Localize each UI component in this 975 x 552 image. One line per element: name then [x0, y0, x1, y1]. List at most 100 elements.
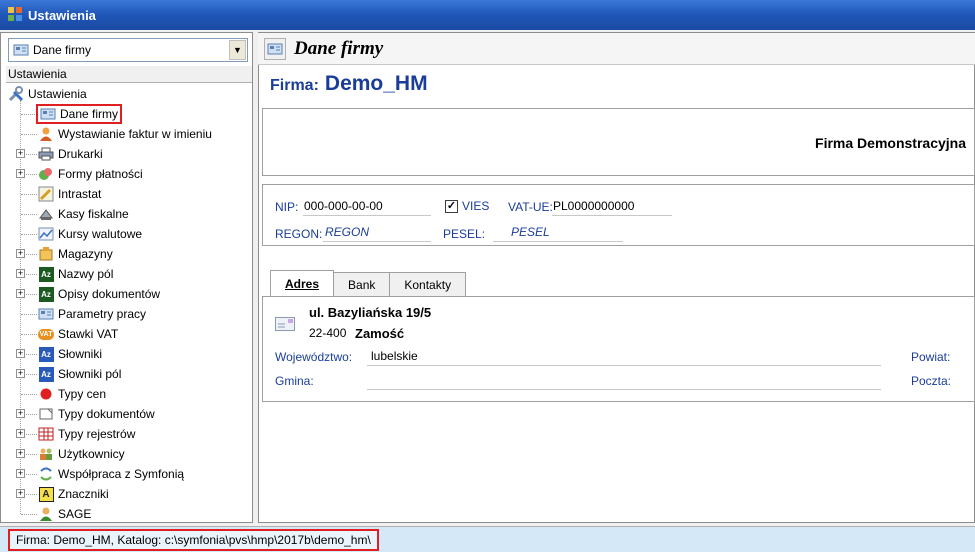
warehouse-icon — [38, 246, 54, 262]
status-text: Firma: Demo_HM, Katalog: c:\symfonia\pvs… — [8, 528, 379, 551]
expand-toggle[interactable]: + — [16, 489, 25, 498]
tree-connector — [21, 514, 37, 515]
az-icon: Az — [38, 286, 54, 302]
a-icon: A — [38, 486, 54, 502]
vat-icon: VAT — [38, 328, 54, 340]
poczta-label: Poczta: — [911, 374, 952, 388]
tree-item[interactable]: Użytkownicy — [38, 444, 125, 464]
tree-item[interactable]: Wystawianie faktur w imieniu — [38, 124, 212, 144]
company-icon — [13, 42, 29, 58]
expand-toggle[interactable]: + — [16, 409, 25, 418]
section-combo[interactable]: Dane firmy ▼ — [8, 38, 248, 62]
tab-bank[interactable]: Bank — [333, 272, 391, 296]
wojewodztwo-field[interactable]: lubelskie — [371, 349, 418, 363]
company-icon[interactable] — [264, 37, 286, 60]
expand-toggle[interactable]: + — [16, 469, 25, 478]
tree-item-label: Użytkownicy — [58, 447, 125, 461]
regon-field[interactable]: REGON — [325, 225, 369, 239]
firma-value: Demo_HM — [324, 72, 428, 95]
tab-adres[interactable]: Adres — [270, 270, 335, 296]
tree-connector — [21, 334, 37, 335]
vies-checkbox[interactable]: ✓ — [445, 200, 458, 213]
nip-underline — [303, 215, 431, 216]
tree-item[interactable]: Drukarki — [38, 144, 103, 164]
tree-item[interactable]: Typy dokumentów — [38, 404, 155, 424]
gmina-label: Gmina: — [275, 374, 314, 388]
expand-toggle[interactable]: + — [16, 249, 25, 258]
tree-connector — [21, 394, 37, 395]
tree-item[interactable]: Az Słowniki pól — [38, 364, 121, 384]
sync-icon — [38, 466, 54, 482]
expand-toggle[interactable]: + — [16, 289, 25, 298]
wojewodztwo-label: Województwo: — [275, 350, 353, 364]
tree-item[interactable]: Współpraca z Symfonią — [38, 464, 184, 484]
tree-item-label: Formy płatności — [58, 167, 143, 181]
nip-label: NIP: — [275, 200, 299, 214]
document-icon — [38, 406, 54, 422]
tree-item-label: SAGE — [58, 507, 92, 521]
company-icon — [40, 106, 56, 122]
expand-toggle[interactable]: + — [16, 369, 25, 378]
users-icon — [38, 446, 54, 462]
tree-item-label: Drukarki — [58, 147, 103, 161]
tree-item[interactable]: VAT Stawki VAT — [38, 324, 118, 344]
tree-item[interactable]: SAGE — [38, 504, 91, 522]
settings-app-icon — [8, 7, 24, 23]
tree-item-label: Nazwy pól — [58, 267, 114, 281]
expand-toggle[interactable]: + — [16, 429, 25, 438]
expand-toggle[interactable]: + — [16, 449, 25, 458]
powiat-label: Powiat: — [911, 350, 951, 364]
tree-connector — [21, 214, 37, 215]
tax-ids-box: NIP: 000-000-00-00 ✓ VIES VAT-UE: PL0000… — [262, 184, 975, 246]
expand-toggle[interactable]: + — [16, 349, 25, 358]
tree-item-label: Opisy dokumentów — [58, 287, 161, 301]
company-heading: Firma: Demo_HM — [270, 72, 428, 96]
company-icon — [38, 306, 54, 322]
tree-item[interactable]: Az Opisy dokumentów — [38, 284, 160, 304]
combo-value: Dane firmy — [33, 43, 92, 57]
tree-connector — [21, 134, 37, 135]
tree-item[interactable]: A Znaczniki — [38, 484, 109, 504]
tree-item-label: Intrastat — [58, 187, 102, 201]
vatue-label: VAT-UE: — [508, 200, 553, 214]
expand-toggle[interactable]: + — [16, 169, 25, 178]
tree-item[interactable]: Typy rejestrów — [38, 424, 135, 444]
tree-item-label: Współpraca z Symfonią — [58, 467, 185, 481]
nip-field[interactable]: 000-000-00-00 — [304, 199, 383, 213]
tree-item-label: Typy dokumentów — [58, 407, 155, 421]
tree-item[interactable]: Intrastat — [38, 184, 101, 204]
tab-kontakty[interactable]: Kontakty — [389, 272, 467, 296]
tree-item[interactable]: Kursy walutowe — [38, 224, 142, 244]
city-field[interactable]: Zamość — [355, 326, 404, 341]
postal-code-field[interactable]: 22-400 — [309, 326, 346, 340]
tree-item[interactable]: Ustawienia — [8, 84, 87, 104]
expand-toggle[interactable]: + — [16, 149, 25, 158]
vatue-field[interactable]: PL0000000000 — [553, 199, 634, 213]
tree-item[interactable]: Az Słowniki — [38, 344, 102, 364]
tree-item[interactable]: Typy cen — [38, 384, 106, 404]
title-bar: Ustawienia — [0, 0, 975, 30]
tree-item[interactable]: Formy płatności — [38, 164, 143, 184]
expand-toggle[interactable]: + — [16, 269, 25, 278]
company-full-name[interactable]: Firma Demonstracyjna — [815, 135, 966, 151]
street-field[interactable]: ul. Bazyliańska 19/5 — [309, 305, 431, 320]
tab-strip: Adres Bank Kontakty — [270, 270, 467, 296]
tree-item[interactable]: Parametry pracy — [38, 304, 146, 324]
az-blue-icon: Az — [38, 346, 54, 362]
tree-item[interactable]: Az Nazwy pól — [38, 264, 113, 284]
tree-item[interactable]: Magazyny — [38, 244, 113, 264]
grid-icon — [38, 426, 54, 442]
chevron-down-icon[interactable]: ▼ — [229, 40, 246, 60]
tree-item-label: Dane firmy — [60, 107, 119, 121]
az-icon: Az — [38, 266, 54, 282]
pesel-underline — [493, 241, 623, 242]
tree-item[interactable]: Dane firmy — [35, 104, 123, 124]
regon-underline — [323, 241, 431, 242]
pesel-field[interactable]: PESEL — [511, 225, 550, 239]
settings-tree[interactable]: Ustawienia Dane firmy Wystawianie faktur w… — [6, 84, 252, 522]
tools-icon — [8, 86, 24, 102]
tree-item[interactable]: Kasy fiskalne — [38, 204, 129, 224]
tree-item-label: Stawki VAT — [58, 327, 119, 341]
tree-item-label: Kursy walutowe — [58, 227, 143, 241]
address-panel: ul. Bazyliańska 19/5 22-400 Zamość Wojew… — [262, 296, 975, 402]
